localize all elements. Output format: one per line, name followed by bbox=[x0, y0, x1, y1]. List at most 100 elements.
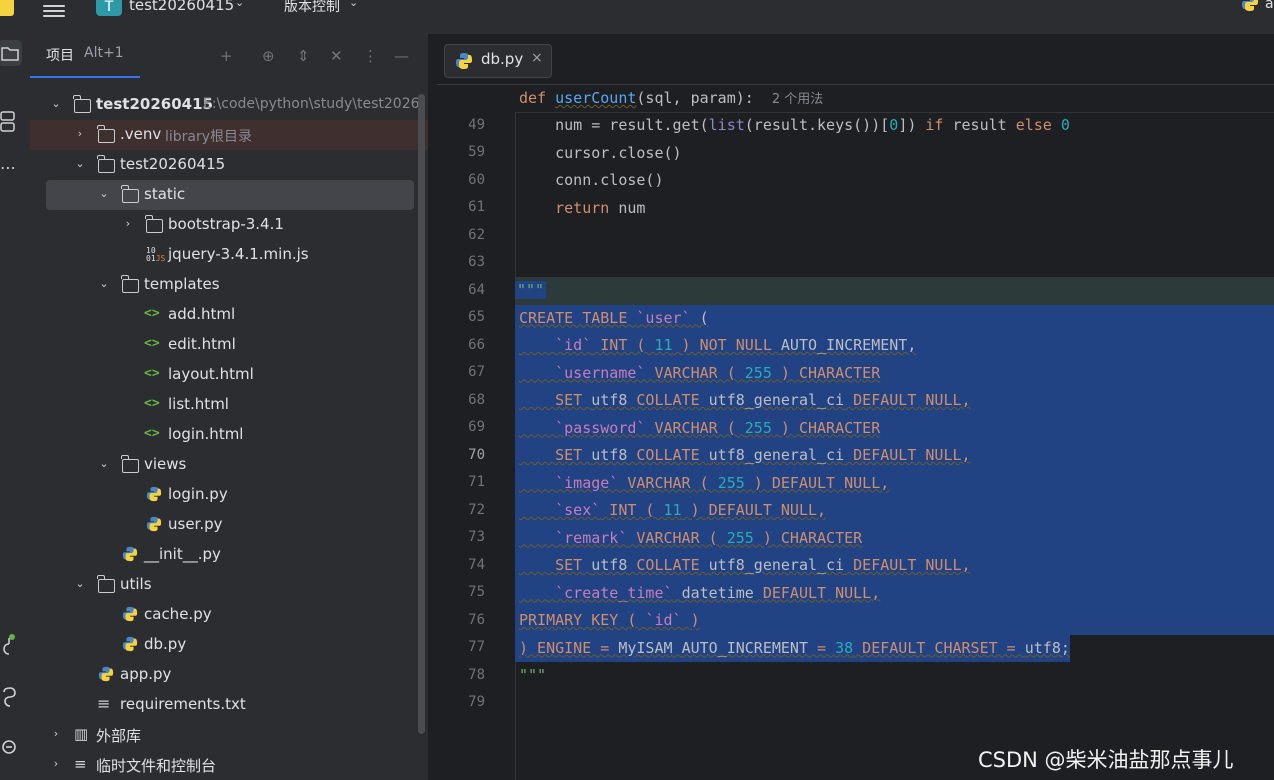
tree-item-db-py[interactable]: db.py bbox=[30, 630, 428, 660]
tree-item-init-py[interactable]: __init__.py bbox=[30, 540, 428, 570]
sql-keyword: PRIMARY KEY ( bbox=[519, 611, 646, 629]
line-number: 69 bbox=[468, 419, 485, 435]
tree-item-label: templates bbox=[144, 275, 220, 293]
tree-item-templates[interactable]: ⌄ templates bbox=[30, 270, 428, 300]
sql-keyword: ) NOT NULL bbox=[672, 336, 781, 354]
code-line-selected: 72 `image` VARCHAR ( 255 ) DEFAULT NULL, bbox=[468, 469, 1274, 518]
code-number: 255 bbox=[744, 418, 772, 437]
tree-item-venv[interactable]: › .venv library根目录 bbox=[30, 120, 428, 150]
python-icon[interactable] bbox=[1241, 0, 1259, 12]
tree-item-list-html[interactable]: <> list.html bbox=[30, 390, 428, 420]
collapse-all-icon[interactable]: ✕ bbox=[330, 47, 343, 65]
sticky-header-line[interactable]: 49 def userCount(sql, param): 2 个用法 bbox=[468, 85, 1274, 133]
chevron-right-icon[interactable]: › bbox=[74, 127, 86, 140]
sql-keyword: DEFAULT NULL, bbox=[753, 583, 881, 602]
code-area[interactable]: 49 def userCount(sql, param): 2 个用法 59 n… bbox=[468, 85, 1274, 780]
line-number: 73 bbox=[468, 529, 485, 545]
locate-file-icon[interactable]: ⊕ bbox=[262, 47, 275, 65]
code-text: (sql, param): bbox=[636, 89, 754, 107]
code-line-selected: 75 SET utf8 COLLATE utf8_general_ci DEFA… bbox=[468, 552, 1274, 600]
structure-icon[interactable] bbox=[0, 110, 16, 134]
tree-item-views[interactable]: ⌄ views bbox=[30, 450, 428, 480]
chevron-down-icon[interactable]: ⌄ bbox=[98, 187, 110, 200]
usages-inlay-hint[interactable]: 2 个用法 bbox=[772, 92, 823, 107]
tree-item-utils[interactable]: ⌄ utils bbox=[30, 570, 428, 600]
python-file-icon bbox=[122, 546, 138, 562]
tree-item-edit-html[interactable]: <> edit.html bbox=[30, 330, 428, 360]
line-number: 70 bbox=[468, 446, 485, 463]
sql-keyword: COLLATE bbox=[627, 556, 709, 574]
options-icon[interactable]: ⋮ bbox=[363, 47, 378, 65]
code-keyword: if bbox=[925, 116, 944, 134]
project-toolwindow-button[interactable] bbox=[0, 40, 22, 66]
tree-item-login-html[interactable]: <> login.html bbox=[30, 420, 428, 450]
chevron-down-icon[interactable]: ⌄ bbox=[98, 277, 110, 290]
js-icon-text-js: JS bbox=[155, 254, 166, 263]
chevron-down-icon[interactable]: ⌄ bbox=[235, 0, 244, 9]
sql-keyword: ) bbox=[681, 611, 700, 629]
tree-item-project-root[interactable]: ⌄ test20260415 E:\code\python\study\test… bbox=[30, 90, 428, 120]
tree-item-login-py[interactable]: login.py bbox=[30, 480, 428, 510]
tree-item-label: 外部库 bbox=[96, 727, 142, 745]
sql-keyword: = bbox=[808, 638, 836, 657]
services-icon[interactable] bbox=[0, 634, 20, 656]
code-keyword: def bbox=[519, 89, 547, 107]
tree-item-scratches[interactable]: › ≡ 临时文件和控制台 bbox=[30, 750, 428, 780]
chevron-right-icon[interactable]: › bbox=[50, 727, 62, 740]
project-tree-scrollbar[interactable] bbox=[418, 94, 425, 734]
vcs-dropdown[interactable]: 版本控制 bbox=[284, 0, 340, 16]
close-icon[interactable]: × bbox=[531, 50, 543, 66]
text-file-icon: ≡ bbox=[97, 694, 111, 713]
line-number: 59 bbox=[468, 144, 485, 160]
chevron-down-icon[interactable]: ⌄ bbox=[50, 97, 62, 110]
add-icon[interactable]: + bbox=[220, 47, 233, 65]
panel-divider[interactable] bbox=[428, 34, 437, 780]
tree-item-label: list.html bbox=[168, 395, 229, 413]
chevron-down-icon[interactable]: ⌄ bbox=[98, 457, 110, 470]
tree-item-label: add.html bbox=[168, 305, 236, 323]
tree-item-label: bootstrap-3.4.1 bbox=[168, 215, 284, 233]
line-number: 71 bbox=[468, 474, 485, 490]
code-text: ; bbox=[1060, 638, 1070, 657]
line-number: 74 bbox=[468, 556, 485, 573]
chevron-right-icon[interactable]: › bbox=[50, 757, 62, 770]
sql-identifier: `remark` bbox=[555, 528, 628, 547]
code-line-selected: 78 ) ENGINE = MyISAM AUTO_INCREMENT = 38… bbox=[468, 634, 1274, 683]
python-packages-icon[interactable] bbox=[0, 686, 20, 708]
tree-item-external-libraries[interactable]: › ▥ 外部库 bbox=[30, 720, 428, 750]
tree-item-cache-py[interactable]: cache.py bbox=[30, 600, 428, 630]
chevron-right-icon[interactable]: › bbox=[122, 217, 134, 230]
tree-item-add-html[interactable]: <> add.html bbox=[30, 300, 428, 330]
project-tab-label: 项目 bbox=[46, 48, 74, 64]
chevron-down-icon[interactable]: ⌄ bbox=[74, 577, 86, 590]
tree-item-static[interactable]: ⌄ static bbox=[46, 180, 414, 210]
tree-item-layout-html[interactable]: <> layout.html bbox=[30, 360, 428, 390]
python-console-icon[interactable] bbox=[0, 736, 20, 758]
tree-item-bootstrap[interactable]: › bootstrap-3.4.1 bbox=[30, 210, 428, 240]
chevron-down-icon[interactable]: ⌄ bbox=[349, 0, 358, 9]
code-number: 11 bbox=[654, 336, 673, 354]
tree-item-user-py[interactable]: user.py bbox=[30, 510, 428, 540]
line-number: 65 bbox=[468, 309, 485, 325]
sql-keyword: DEFAULT NULL, bbox=[844, 446, 971, 464]
more-tools-icon[interactable]: ⋯ bbox=[0, 158, 16, 177]
sql-keyword: INT ( bbox=[600, 501, 664, 519]
main-menu-icon[interactable] bbox=[43, 2, 65, 17]
tab-db-py[interactable]: db.py × bbox=[444, 44, 552, 78]
chevron-down-icon[interactable]: ⌄ bbox=[74, 157, 86, 170]
sql-keyword: SET bbox=[519, 391, 592, 409]
tree-item-requirements[interactable]: ≡ requirements.txt bbox=[30, 690, 428, 720]
tree-item-jquery[interactable]: 10 01JS jquery-3.4.1.min.js bbox=[30, 240, 428, 270]
tree-item-app-py[interactable]: app.py bbox=[30, 660, 428, 690]
tab-label: db.py bbox=[481, 50, 524, 68]
hide-panel-icon[interactable]: — bbox=[394, 47, 409, 65]
code-string: """ bbox=[515, 281, 547, 299]
project-name-dropdown[interactable]: test20260415 bbox=[129, 0, 234, 14]
tree-item-label: requirements.txt bbox=[120, 695, 246, 713]
tree-item-package[interactable]: ⌄ test20260415 bbox=[30, 150, 428, 180]
tab-project[interactable]: 项目 Alt+1 bbox=[30, 34, 140, 78]
project-badge[interactable]: T bbox=[96, 0, 122, 16]
tree-item-label: cache.py bbox=[144, 605, 212, 623]
expand-all-icon[interactable]: ⇕ bbox=[297, 47, 310, 65]
sql-identifier: `sex` bbox=[555, 501, 601, 519]
